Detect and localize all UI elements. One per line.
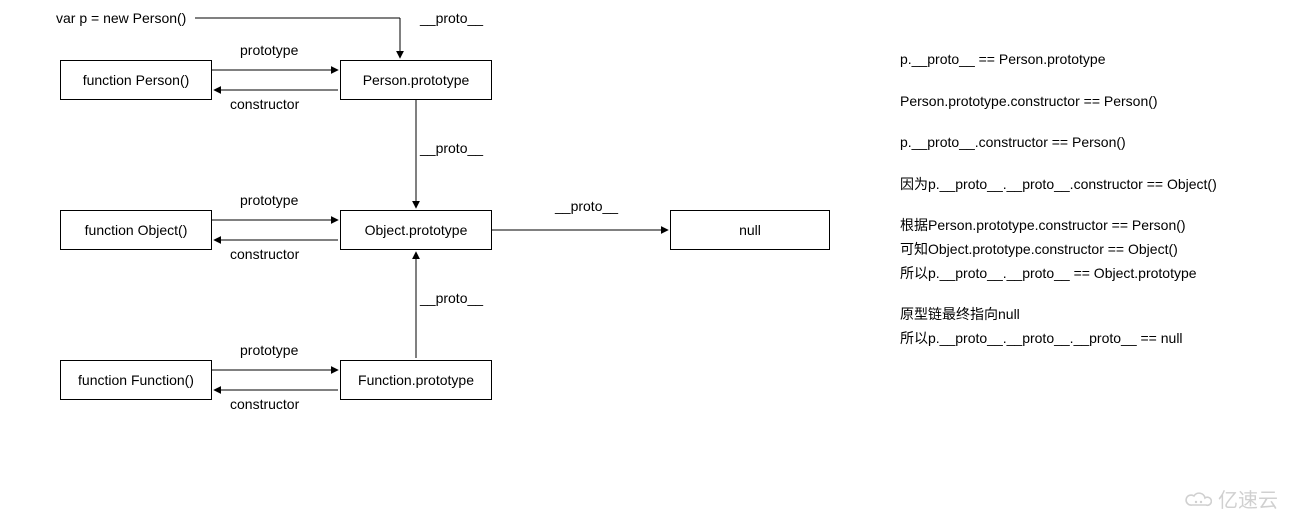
label-prototype-2: prototype (240, 192, 298, 208)
note-line: 根据Person.prototype.constructor == Person… (900, 216, 1217, 236)
box-object-prototype: Object.prototype (340, 210, 492, 250)
note-line: 所以p.__proto__.__proto__ == Object.protot… (900, 264, 1217, 284)
label-proto-top: __proto__ (420, 10, 483, 26)
notes-panel: p.__proto__ == Person.prototype Person.p… (900, 50, 1217, 370)
note-line: p.__proto__ == Person.prototype (900, 50, 1217, 70)
variable-declaration: var p = new Person() (56, 10, 186, 26)
box-label: function Object() (85, 222, 188, 238)
box-label: function Function() (78, 372, 194, 388)
watermark-text: 亿速云 (1218, 484, 1278, 513)
label-prototype-1: prototype (240, 42, 298, 58)
box-label: Function.prototype (358, 372, 474, 388)
box-null: null (670, 210, 830, 250)
box-label: function Person() (83, 72, 190, 88)
label-prototype-3: prototype (240, 342, 298, 358)
label-constructor-3: constructor (230, 396, 299, 412)
label-proto-mid2: __proto__ (420, 290, 483, 306)
cloud-icon (1184, 489, 1212, 509)
box-label: Object.prototype (365, 222, 468, 238)
note-line: 原型链最终指向null (900, 305, 1217, 325)
box-person-prototype: Person.prototype (340, 60, 492, 100)
box-function-prototype: Function.prototype (340, 360, 492, 400)
box-function-function: function Function() (60, 360, 212, 400)
note-line: 可知Object.prototype.constructor == Object… (900, 240, 1217, 260)
box-function-person: function Person() (60, 60, 212, 100)
label-constructor-2: constructor (230, 246, 299, 262)
note-line: 因为p.__proto__.__proto__.constructor == O… (900, 175, 1217, 195)
label-proto-right: __proto__ (555, 198, 618, 214)
box-label: Person.prototype (363, 72, 470, 88)
box-label: null (739, 222, 761, 238)
label-constructor-1: constructor (230, 96, 299, 112)
note-line: 所以p.__proto__.__proto__.__proto__ == nul… (900, 329, 1217, 349)
box-function-object: function Object() (60, 210, 212, 250)
note-line: Person.prototype.constructor == Person() (900, 92, 1217, 112)
label-proto-mid1: __proto__ (420, 140, 483, 156)
watermark: 亿速云 (1184, 484, 1278, 513)
note-line: p.__proto__.constructor == Person() (900, 133, 1217, 153)
